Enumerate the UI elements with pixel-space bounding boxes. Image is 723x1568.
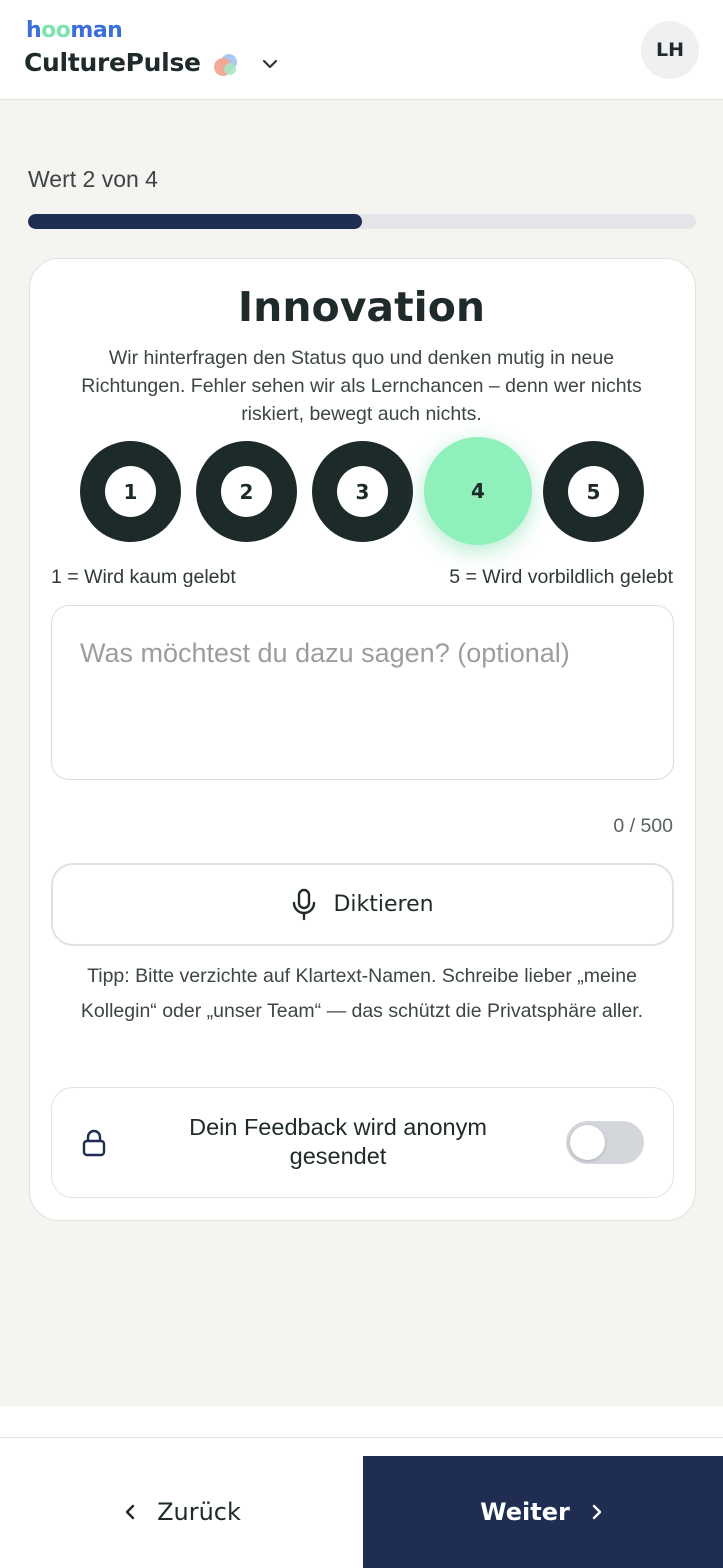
anonymous-toggle[interactable]: [566, 1121, 644, 1164]
chevron-down-icon[interactable]: [260, 54, 280, 74]
rating-option-3[interactable]: 3: [312, 441, 413, 542]
footer-divider: [0, 1437, 723, 1438]
scale-min-label: 1 = Wird kaum gelebt: [51, 566, 236, 588]
character-counter: 0 / 500: [613, 815, 673, 837]
dictate-button[interactable]: Diktieren: [51, 863, 674, 946]
culturepulse-logo-icon: [214, 54, 237, 76]
back-button[interactable]: Zurück: [0, 1456, 362, 1568]
microphone-icon: [293, 888, 316, 920]
anonymous-label: Dein Feedback wird anonym gesendet: [189, 1114, 487, 1169]
rating-option-label: 3: [337, 466, 388, 517]
chevron-left-icon: [125, 1504, 135, 1520]
value-description: Wir hinterfragen den Status quo und denk…: [81, 347, 642, 425]
rating-option-5[interactable]: 5: [543, 441, 644, 542]
rating-option-label: 5: [568, 466, 619, 517]
progress-bar-fill: [28, 214, 362, 229]
rating-option-2[interactable]: 2: [196, 441, 297, 542]
privacy-tip: Tipp: Bitte verzichte auf Klartext-Namen…: [80, 965, 644, 1022]
rating-option-label: 4: [471, 479, 485, 503]
rating-option-label: 1: [105, 466, 156, 517]
user-avatar[interactable]: LH: [641, 21, 699, 79]
rating-option-label: 2: [221, 466, 272, 517]
progress-label: Wert 2 von 4: [28, 166, 158, 192]
chevron-right-icon: [592, 1504, 602, 1520]
back-label: Zurück: [157, 1498, 241, 1526]
next-label: Weiter: [480, 1498, 570, 1526]
rating-option-1[interactable]: 1: [80, 441, 181, 542]
scale-max-label: 5 = Wird vorbildlich gelebt: [449, 566, 673, 588]
lock-icon: [82, 1129, 106, 1157]
next-button[interactable]: Weiter: [363, 1456, 723, 1568]
value-title: Innovation: [237, 283, 486, 331]
comment-input[interactable]: [51, 605, 674, 780]
app-name[interactable]: CulturePulse: [24, 48, 201, 77]
app-header: hooman CulturePulse LH: [0, 0, 723, 100]
dictate-label: Diktieren: [333, 892, 434, 917]
hooman-brand-logo: hooman: [26, 18, 123, 43]
progress-bar: [28, 214, 696, 229]
rating-option-4[interactable]: 4: [424, 437, 532, 545]
toggle-knob: [570, 1125, 605, 1160]
